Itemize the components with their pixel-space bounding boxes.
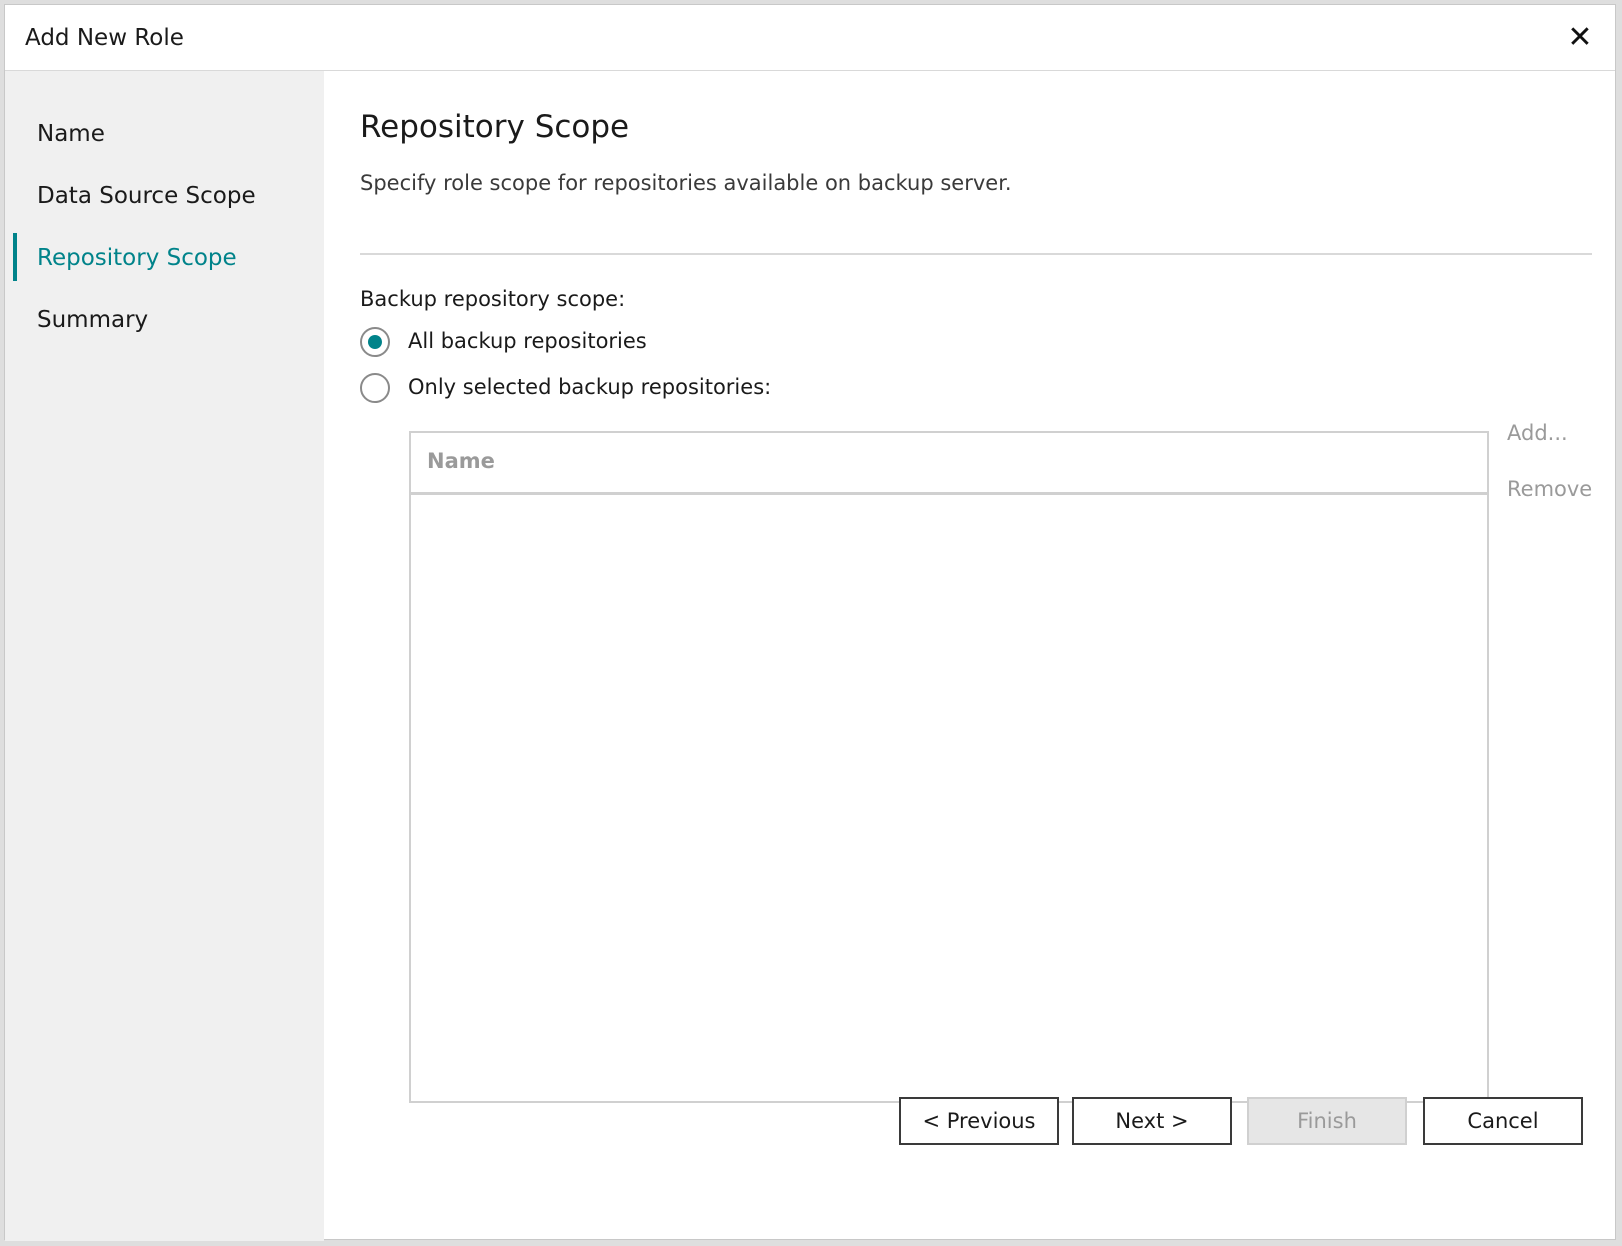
- finish-button[interactable]: Finish: [1247, 1097, 1407, 1145]
- page-description: Specify role scope for repositories avai…: [360, 171, 1012, 195]
- previous-button[interactable]: < Previous: [899, 1097, 1059, 1145]
- repositories-list[interactable]: Name: [409, 431, 1489, 1103]
- remove-button[interactable]: Remove: [1507, 477, 1592, 501]
- sidebar-item-name[interactable]: Name: [37, 121, 105, 147]
- dialog-titlebar: Add New Role ✕: [5, 5, 1615, 71]
- active-step-indicator: [13, 233, 17, 281]
- sidebar-item-data-source-scope[interactable]: Data Source Scope: [37, 183, 256, 209]
- close-icon[interactable]: ✕: [1565, 23, 1595, 53]
- radio-all-repositories-label: All backup repositories: [408, 329, 647, 353]
- list-header[interactable]: Name: [411, 433, 1487, 495]
- next-button[interactable]: Next >: [1072, 1097, 1232, 1145]
- column-header-name: Name: [427, 449, 495, 473]
- scope-label: Backup repository scope:: [360, 287, 626, 311]
- divider: [360, 253, 1592, 255]
- radio-selected-icon[interactable]: [360, 327, 390, 357]
- sidebar-item-summary[interactable]: Summary: [37, 307, 148, 333]
- add-new-role-dialog: Add New Role ✕ Name Data Source Scope Re…: [4, 4, 1617, 1241]
- radio-unselected-icon[interactable]: [360, 373, 390, 403]
- cancel-button[interactable]: Cancel: [1423, 1097, 1583, 1145]
- radio-selected-repositories-label: Only selected backup repositories:: [408, 375, 772, 399]
- add-button[interactable]: Add...: [1507, 421, 1568, 445]
- wizard-sidebar: Name Data Source Scope Repository Scope …: [5, 71, 324, 1241]
- sidebar-item-repository-scope[interactable]: Repository Scope: [37, 245, 237, 271]
- page-title: Repository Scope: [360, 109, 630, 145]
- wizard-content: Repository Scope Specify role scope for …: [324, 71, 1617, 1241]
- dialog-title: Add New Role: [25, 25, 184, 51]
